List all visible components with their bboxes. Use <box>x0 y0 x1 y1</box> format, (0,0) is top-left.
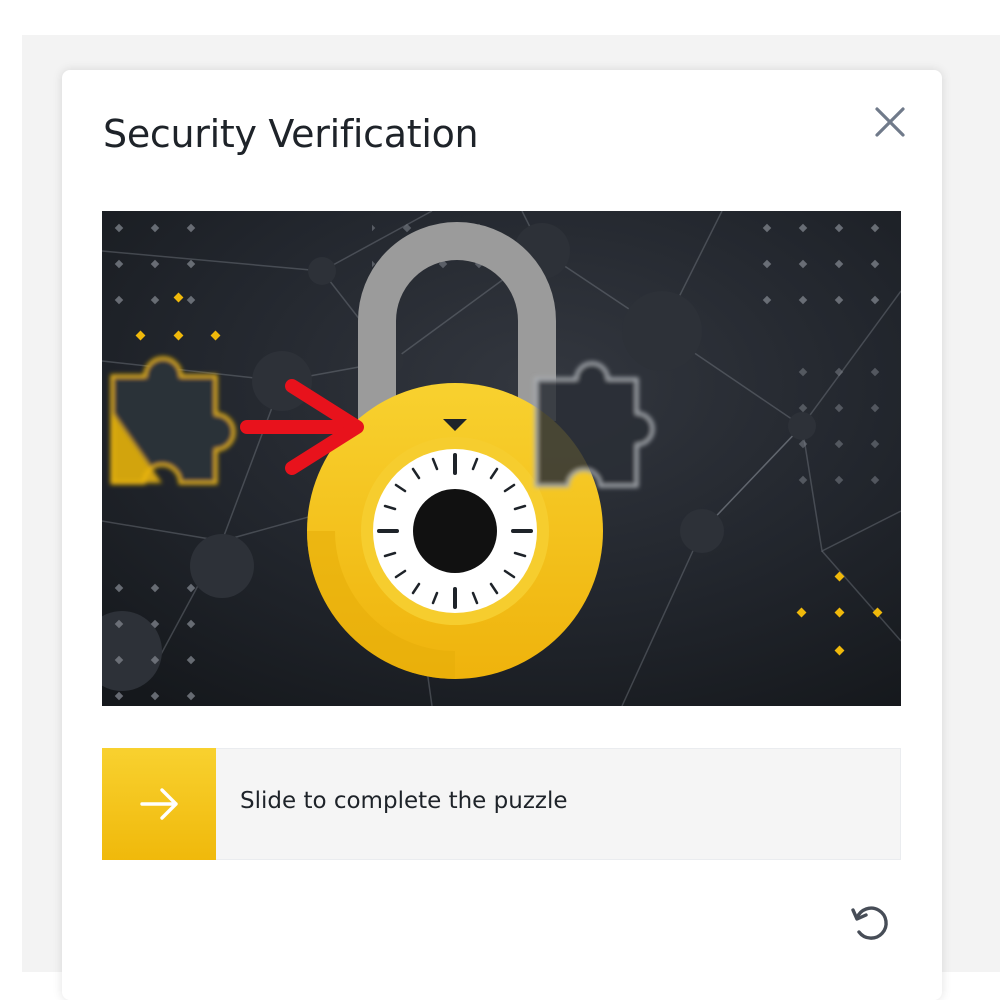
dots-top-right <box>752 211 901 331</box>
dots-top-left <box>102 211 202 321</box>
dots-bottom-left <box>102 571 202 706</box>
puzzle-piece <box>110 356 236 485</box>
slider-handle[interactable] <box>102 748 216 860</box>
arrow-right-icon <box>140 788 178 820</box>
puzzle-slider[interactable]: Slide to complete the puzzle <box>102 748 901 860</box>
dialog-title: Security Verification <box>103 112 479 156</box>
dial-center <box>413 489 497 573</box>
close-icon <box>875 107 905 137</box>
puzzle-image <box>102 211 901 706</box>
close-button[interactable] <box>866 100 916 150</box>
puzzle-target-slot <box>534 361 655 488</box>
slider-label: Slide to complete the puzzle <box>240 788 568 814</box>
refresh-icon <box>851 906 888 940</box>
dots-right-middle <box>792 351 901 501</box>
refresh-button[interactable] <box>846 898 896 948</box>
